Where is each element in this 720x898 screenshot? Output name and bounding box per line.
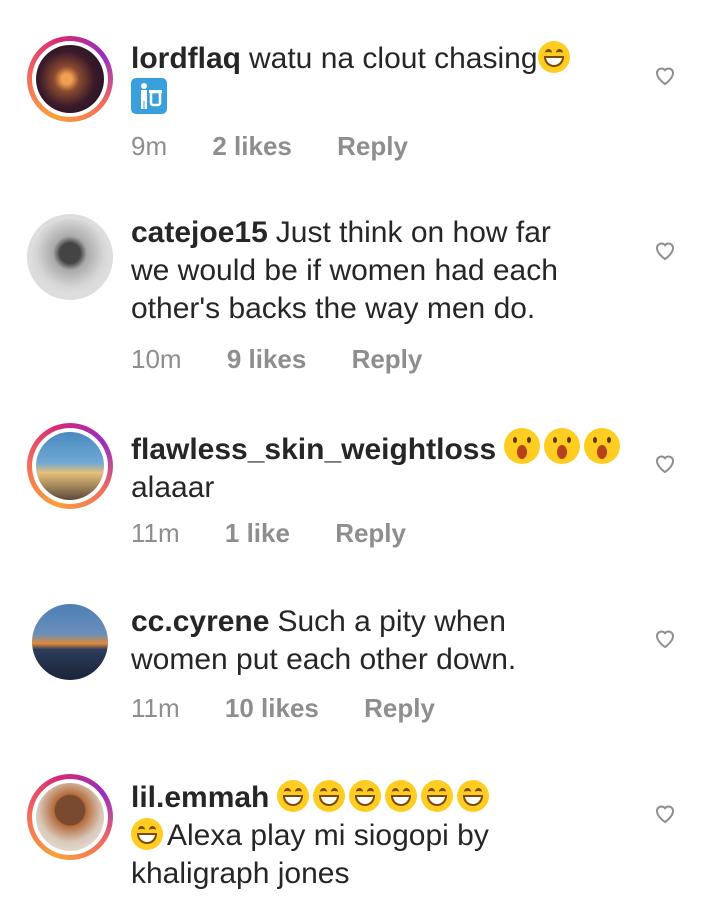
comment-likes[interactable]: 9 likes [227, 344, 307, 374]
comment-likes[interactable]: 1 like [225, 518, 290, 548]
laughing-emoji-icon [537, 41, 570, 73]
avatar[interactable] [27, 214, 113, 300]
astonished-emoji-icon [504, 428, 541, 464]
comment-text: Such a pity when [277, 605, 506, 638]
comment-time: 10m [131, 344, 182, 374]
comment-likes[interactable]: 10 likes [225, 693, 319, 723]
comment-text: alaaar [131, 471, 215, 504]
reply-button[interactable]: Reply [364, 693, 435, 723]
astonished-emoji-icon [584, 428, 621, 464]
astonished-emoji-icon [544, 428, 581, 464]
laughing-emoji-icon [457, 780, 490, 812]
comment-text: watu na clout chasing [249, 42, 538, 75]
reply-button[interactable]: Reply [337, 131, 408, 161]
comment-username[interactable]: lordflaq [131, 42, 241, 75]
comment-likes[interactable]: 2 likes [212, 131, 292, 161]
comment-username[interactable]: flawless_skin_weightloss [131, 433, 496, 466]
laughing-emoji-icon [131, 818, 163, 850]
laughing-emoji-icon [385, 780, 418, 812]
heart-outline-icon[interactable] [653, 238, 677, 262]
laughing-emoji-icon [277, 780, 310, 812]
restroom-emoji-icon [131, 78, 167, 114]
heart-outline-icon[interactable] [653, 451, 677, 475]
reply-button[interactable]: Reply [335, 518, 406, 548]
avatar[interactable] [32, 604, 108, 680]
reply-button[interactable]: Reply [352, 344, 423, 374]
comment-body: lordflaq watu na clout chasing [131, 40, 631, 118]
heart-outline-icon[interactable] [653, 63, 677, 87]
avatar[interactable] [27, 423, 113, 509]
laughing-emoji-icon [349, 780, 382, 812]
comment-body: cc.cyrene Such a pity when women put each… [131, 603, 631, 679]
comment-time: 11m [131, 693, 180, 723]
avatar[interactable] [27, 36, 113, 122]
heart-outline-icon[interactable] [653, 626, 677, 650]
comment-time: 9m [131, 131, 168, 161]
comment-time: 11m [131, 518, 180, 548]
comment-body: flawless_skin_weightloss alaaar [131, 428, 631, 507]
comment-body: catejoe15 Just think on how far we would … [131, 214, 631, 328]
comment-text-line: khaligraph jones [131, 857, 350, 890]
comment-text: Just think on how far [275, 216, 551, 249]
comment-meta: 11m 10 likes Reply [131, 693, 473, 724]
comment-body: lil.emmah Alexa play mi siogopi by khali… [131, 779, 631, 893]
comment-meta: 10m 9 likes Reply [131, 344, 460, 375]
heart-outline-icon[interactable] [653, 801, 677, 825]
avatar[interactable] [27, 774, 113, 860]
comment-username[interactable]: catejoe15 [131, 216, 268, 249]
comment-meta: 11m 1 like Reply [131, 518, 444, 549]
laughing-emoji-icon [421, 780, 454, 812]
comment-text: Alexa play mi siogopi by [167, 819, 489, 852]
comment-meta: 9m 2 likes Reply [131, 131, 446, 162]
comment-text-line: we would be if women had each [131, 254, 558, 287]
comment-username[interactable]: cc.cyrene [131, 605, 269, 638]
comment-username[interactable]: lil.emmah [131, 781, 269, 814]
comment-text-line: other's backs the way men do. [131, 292, 536, 325]
comment-text-line: women put each other down. [131, 643, 517, 676]
laughing-emoji-icon [313, 780, 346, 812]
